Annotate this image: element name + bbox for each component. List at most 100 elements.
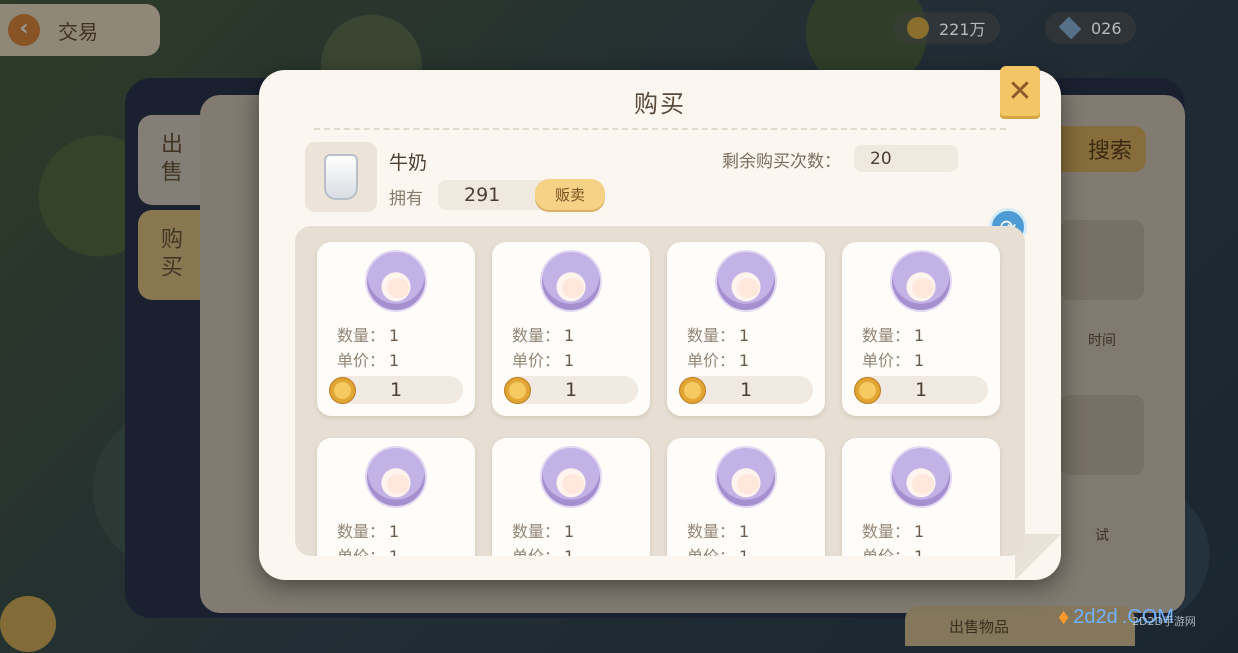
- quantity-label: 数量：: [862, 522, 911, 541]
- unit-price-row: 单价： 1: [687, 543, 749, 556]
- close-icon[interactable]: ✕: [1000, 66, 1040, 116]
- quantity-label: 数量：: [687, 522, 736, 541]
- quantity-row: 数量： 1: [512, 322, 574, 346]
- listing-card[interactable]: 数量：1 单价： 1 1: [842, 438, 1000, 556]
- quantity-value: 1: [914, 522, 925, 541]
- right-item-label: 试: [1060, 515, 1144, 555]
- listing-card[interactable]: 数量：1单价：11: [317, 242, 475, 416]
- player-badge-icon[interactable]: [0, 596, 56, 652]
- unit-price-value: 1: [739, 547, 749, 556]
- item-slot: [305, 142, 377, 212]
- quantity-label: 数量：: [337, 522, 386, 541]
- unit-price-label: 单价：: [512, 547, 560, 556]
- quantity-row: 数量： 1: [687, 322, 749, 346]
- quantity-row: 数量： 1: [687, 518, 749, 542]
- unit-price-value: 1: [564, 351, 575, 370]
- unit-price-value: 1: [739, 351, 750, 370]
- seller-avatar: [890, 250, 952, 312]
- coin-icon: [504, 377, 531, 404]
- seller-avatar: [540, 250, 602, 312]
- seller-avatar: [890, 446, 952, 508]
- total-price: 1: [914, 379, 928, 401]
- unit-price-row: 单价：1: [862, 347, 924, 371]
- quantity-row: 数量： 1: [862, 518, 924, 542]
- dashed-divider: [314, 128, 1006, 130]
- unit-price-row: 单价： 1: [512, 543, 574, 556]
- tab-buy[interactable]: 购买: [138, 210, 200, 300]
- watermark-brand: 2d2d: [1073, 605, 1118, 628]
- gem-counter: 026: [1045, 12, 1136, 44]
- quantity-row: 数量： 1: [862, 322, 924, 346]
- seller-avatar: [540, 446, 602, 508]
- listing-area: 数量： 1 单价： 1 1 数量： 1 单价： 1 1 数量： 1 单价： 1 1 数量： 1 单价： 1 1 数量： 1…: [295, 226, 1025, 556]
- unit-price-row: 单价：1: [337, 347, 399, 371]
- quantity-value: 1: [564, 326, 575, 345]
- listing-card[interactable]: 数量：1 单价： 1 1: [667, 438, 825, 556]
- listing-card[interactable]: 数量：1单价：11: [842, 242, 1000, 416]
- unit-price-value: 1: [914, 547, 924, 556]
- quantity-label: 数量：: [337, 326, 386, 345]
- watermark-subtitle: 2D2D手游网: [1132, 615, 1196, 628]
- search-button[interactable]: 搜索: [1050, 126, 1146, 172]
- unit-price-label: 单价：: [337, 547, 385, 556]
- seller-avatar: [715, 446, 777, 508]
- listing-card[interactable]: 数量：1 单价： 1 1: [317, 438, 475, 556]
- own-label: 拥有: [389, 189, 423, 209]
- coin-icon: [854, 377, 881, 404]
- quantity-value: 1: [739, 522, 750, 541]
- purchase-dialog: 购买 牛奶 拥有 291 贩卖 剩余购买次数： 20 ⟳ 数量：1单价：11数量…: [259, 70, 1061, 580]
- flame-icon: ♦: [1058, 604, 1070, 629]
- right-item-label: 时间: [1060, 320, 1144, 360]
- quantity-row: 数量： 1: [337, 322, 399, 346]
- remaining-purchases-label: 剩余购买次数：: [722, 152, 841, 172]
- coin-icon: [329, 377, 356, 404]
- seller-avatar: [715, 250, 777, 312]
- unit-price-row: 单价：1: [512, 347, 574, 371]
- quantity-value: 1: [564, 522, 575, 541]
- unit-price-value: 1: [389, 547, 399, 556]
- quantity-label: 数量：: [687, 326, 736, 345]
- total-price: 1: [739, 379, 753, 401]
- unit-price-label: 单价：: [512, 351, 561, 370]
- right-item-slot[interactable]: [1060, 220, 1144, 300]
- own-count: 291: [438, 180, 548, 210]
- seller-avatar: [365, 446, 427, 508]
- unit-price-value: 1: [914, 351, 925, 370]
- sell-button[interactable]: 贩卖: [535, 179, 605, 210]
- quantity-label: 数量：: [512, 326, 561, 345]
- quantity-value: 1: [914, 326, 925, 345]
- item-name: 牛奶: [389, 152, 428, 174]
- unit-price-value: 1: [564, 547, 574, 556]
- tab-sell[interactable]: 出售: [138, 115, 200, 205]
- back-arrow-icon: ‹: [8, 14, 40, 46]
- unit-price-label: 单价：: [687, 547, 735, 556]
- quantity-value: 1: [389, 522, 400, 541]
- unit-price-row: 单价： 1: [337, 543, 399, 556]
- unit-price-label: 单价：: [337, 351, 386, 370]
- right-item-slot[interactable]: [1060, 395, 1144, 475]
- unit-price-label: 单价：: [862, 351, 911, 370]
- quantity-row: 数量： 1: [337, 518, 399, 542]
- gem-amount: 026: [1091, 18, 1122, 38]
- coin-amount: 221万: [939, 20, 986, 39]
- unit-price-row: 单价：1: [687, 347, 749, 371]
- remaining-purchases-count: 20: [854, 145, 958, 172]
- listing-grid: 数量： 1 单价： 1 1 数量： 1 单价： 1 1 数量： 1 单价： 1 1 数量： 1 单价： 1 1 数量： 1…: [317, 242, 1000, 556]
- back-button[interactable]: ‹ 交易: [0, 4, 160, 56]
- dialog-title: 购买: [634, 90, 686, 118]
- unit-price-label: 单价：: [862, 547, 910, 556]
- screen-title: 交易: [58, 19, 98, 44]
- listing-card[interactable]: 数量：1 单价： 1 1: [492, 438, 650, 556]
- listing-card[interactable]: 数量：1单价：11: [492, 242, 650, 416]
- quantity-row: 数量： 1: [512, 518, 574, 542]
- coin-counter: 221万: [893, 12, 1000, 44]
- unit-price-row: 单价： 1: [862, 543, 924, 556]
- quantity-label: 数量：: [512, 522, 561, 541]
- quantity-value: 1: [389, 326, 400, 345]
- total-price: 1: [389, 379, 403, 401]
- gem-icon: [1058, 16, 1082, 40]
- unit-price-label: 单价：: [687, 351, 736, 370]
- coin-icon: [907, 17, 929, 39]
- listing-card[interactable]: 数量：1单价：11: [667, 242, 825, 416]
- coin-icon: [679, 377, 706, 404]
